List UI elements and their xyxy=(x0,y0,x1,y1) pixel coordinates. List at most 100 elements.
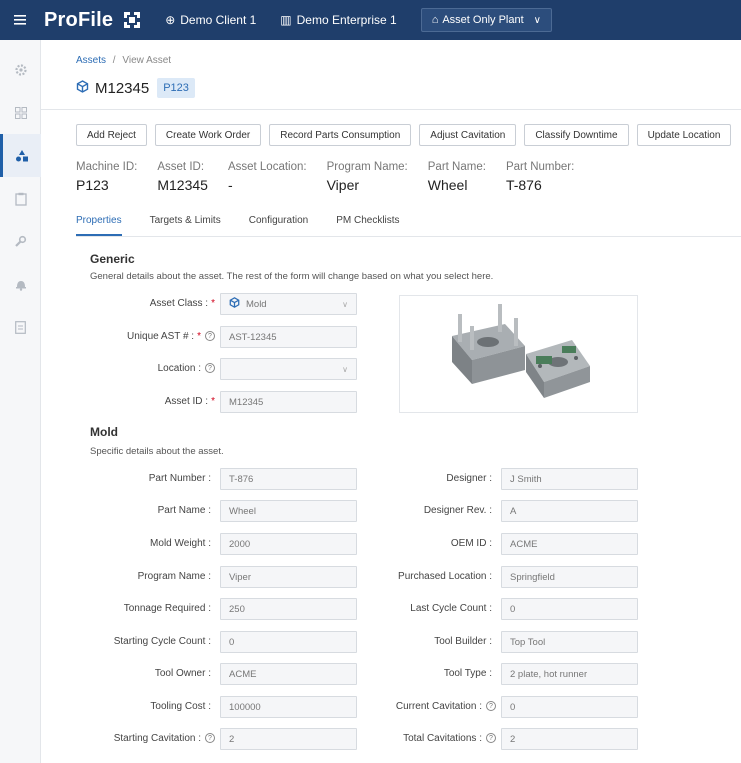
dashboard-grid-icon[interactable] xyxy=(0,91,41,134)
client-selector[interactable]: ⊕ Demo Client 1 xyxy=(165,13,256,27)
starting-cycle-count-value: 0 xyxy=(229,636,235,648)
program-name-label: Program Name : xyxy=(137,571,211,582)
field-label-text: Unique AST # : xyxy=(127,331,195,342)
starting-cycle-count-input[interactable]: 0 xyxy=(220,631,357,653)
summary-label: Part Name: xyxy=(427,161,486,173)
field-label-text: Starting Cavitation : xyxy=(113,733,201,744)
field-label-text: Total Cavitations : xyxy=(403,733,482,744)
asset-id-input[interactable]: M12345 xyxy=(220,391,357,413)
tonnage-required-value: 250 xyxy=(229,603,245,615)
asset-class-select[interactable]: Mold ∨ xyxy=(220,293,357,315)
breadcrumb: Assets / View Asset xyxy=(76,55,171,66)
brand-logo[interactable]: ProFile xyxy=(44,9,165,32)
client-label: Demo Client 1 xyxy=(180,13,257,27)
clipboard-icon[interactable] xyxy=(0,177,41,220)
tool-type-input[interactable]: 2 plate, hot runner xyxy=(501,663,638,685)
tool-builder-label: Tool Builder : xyxy=(434,636,492,647)
part-number-input[interactable]: T-876 xyxy=(220,468,357,490)
wrench-icon[interactable] xyxy=(0,220,41,263)
summary-asset-location: Asset Location: - xyxy=(228,161,307,193)
cube-icon xyxy=(229,297,240,311)
asset-image xyxy=(399,295,638,413)
purchased-location-input[interactable]: Springfield xyxy=(501,566,638,588)
tab-configuration[interactable]: Configuration xyxy=(249,215,308,236)
tool-builder-input[interactable]: Top Tool xyxy=(501,631,638,653)
help-icon[interactable]: ? xyxy=(205,363,215,373)
add-reject-button[interactable]: Add Reject xyxy=(76,124,147,146)
help-icon[interactable]: ? xyxy=(205,733,215,743)
classify-downtime-button[interactable]: Classify Downtime xyxy=(524,124,629,146)
program-name-input[interactable]: Viper xyxy=(220,566,357,588)
designer-input[interactable]: J Smith xyxy=(501,468,638,490)
part-name-value: Wheel xyxy=(229,505,256,517)
tooling-cost-input[interactable]: 100000 xyxy=(220,696,357,718)
required-marker: * xyxy=(211,396,215,407)
help-icon[interactable]: ? xyxy=(205,331,215,341)
unique-ast-label: Unique AST # : *? xyxy=(127,331,215,342)
breadcrumb-assets-link[interactable]: Assets xyxy=(76,55,106,66)
globe-icon: ⊕ xyxy=(165,13,176,27)
mold-weight-value: 2000 xyxy=(229,538,251,550)
summary-value: - xyxy=(227,177,233,193)
summary-value: P123 xyxy=(76,177,109,193)
tool-type-label: Tool Type : xyxy=(443,668,492,679)
plant-selector[interactable]: ⌂ Asset Only Plant ∨ xyxy=(420,8,552,32)
field-label-text: Asset Class : xyxy=(149,298,209,309)
tonnage-required-input[interactable]: 250 xyxy=(220,598,357,620)
tool-owner-input[interactable]: ACME xyxy=(220,663,357,685)
required-marker: * xyxy=(211,298,215,309)
tab-bar: Properties Targets & Limits Configuratio… xyxy=(76,215,741,237)
asset-title-row: M12345 P123 xyxy=(76,78,195,98)
settings-gear-icon[interactable] xyxy=(0,48,41,91)
starting-cavitation-label: Starting Cavitation :? xyxy=(114,733,215,744)
total-cavitations-input[interactable]: 2 xyxy=(501,728,638,750)
assets-icon[interactable] xyxy=(0,134,41,177)
mold-weight-input[interactable]: 2000 xyxy=(220,533,357,555)
asset-class-label: Asset Class : * xyxy=(150,298,215,309)
field-label-text: Current Cavitation : xyxy=(395,701,482,712)
breadcrumb-separator: / xyxy=(112,55,116,66)
page-title: M12345 xyxy=(95,79,150,97)
update-location-button[interactable]: Update Location xyxy=(636,124,732,146)
bell-icon[interactable] xyxy=(0,263,41,306)
oem-id-input[interactable]: ACME xyxy=(501,533,638,555)
factory-icon: ⌂ xyxy=(431,14,439,26)
tab-properties[interactable]: Properties xyxy=(76,215,122,236)
record-parts-consumption-button[interactable]: Record Parts Consumption xyxy=(269,124,412,146)
help-icon[interactable]: ? xyxy=(486,733,496,743)
summary-value: Viper xyxy=(326,177,360,193)
designer-label: Designer : xyxy=(446,473,492,484)
generic-section-title: Generic xyxy=(90,252,135,266)
help-icon[interactable]: ? xyxy=(486,701,496,711)
starting-cavitation-input[interactable]: 2 xyxy=(220,728,357,750)
adjust-cavitation-button[interactable]: Adjust Cavitation xyxy=(419,124,517,146)
tool-owner-value: ACME xyxy=(229,668,257,680)
tooling-cost-value: 100000 xyxy=(229,701,261,713)
mold-image xyxy=(452,304,590,398)
location-select[interactable]: ∨ xyxy=(220,358,357,380)
purchased-location-label: Purchased Location : xyxy=(398,571,492,582)
designer-rev-value: A xyxy=(510,505,517,517)
part-number-value: T-876 xyxy=(229,473,254,485)
tool-builder-value: Top Tool xyxy=(510,636,546,648)
designer-rev-input[interactable]: A xyxy=(501,500,638,522)
create-work-order-button[interactable]: Create Work Order xyxy=(154,124,262,146)
summary-value: Wheel xyxy=(427,177,468,193)
last-cycle-count-input[interactable]: 0 xyxy=(501,598,638,620)
mold-weight-label: Mold Weight : xyxy=(150,538,211,549)
breadcrumb-current: View Asset xyxy=(122,55,172,66)
summary-label: Asset Location: xyxy=(227,161,307,173)
hamburger-menu-icon[interactable] xyxy=(0,0,40,40)
field-label-text: Location : xyxy=(157,363,201,374)
tab-targets-limits[interactable]: Targets & Limits xyxy=(150,215,221,236)
report-icon[interactable] xyxy=(0,306,41,349)
asset-id-value: M12345 xyxy=(229,396,264,408)
brand-name: ProFile xyxy=(44,8,114,31)
current-cavitation-input[interactable]: 0 xyxy=(501,696,638,718)
enterprise-selector[interactable]: ▥ Demo Enterprise 1 xyxy=(280,13,396,27)
tab-pm-checklists[interactable]: PM Checklists xyxy=(336,215,399,236)
unique-ast-input[interactable]: AST-12345 xyxy=(220,326,357,348)
required-marker: * xyxy=(197,331,201,342)
part-name-input[interactable]: Wheel xyxy=(220,500,357,522)
part-number-label: Part Number : xyxy=(148,473,211,484)
